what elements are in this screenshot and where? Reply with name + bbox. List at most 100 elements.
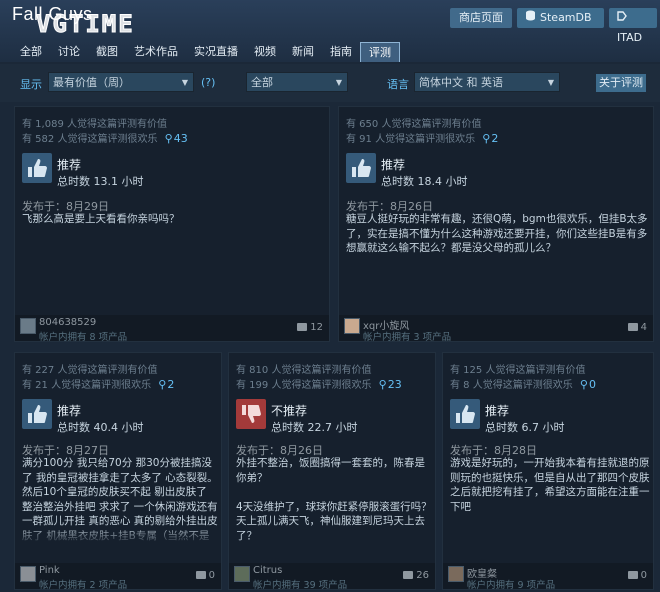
award-icon: ⚲	[164, 132, 173, 145]
helpful-count: 有 1,089 人觉得这篇评测有价值	[22, 119, 167, 130]
tab-artwork[interactable]: 艺术作品	[126, 42, 186, 62]
help-link[interactable]: (?)	[201, 76, 215, 89]
comment-count: 0	[195, 570, 215, 581]
comment-icon	[195, 571, 206, 579]
helpful-count: 有 810 人觉得这篇评测有价值	[236, 365, 372, 376]
award-icon: ⚲	[579, 378, 588, 391]
review-text: 飞那么高是要上天看看你亲吗吗？	[22, 213, 180, 225]
helpful-count: 有 125 人觉得这篇评测有价值	[450, 365, 586, 376]
thumbs-up-icon	[450, 399, 480, 429]
review-footer: 欧皇粲 帐户内拥有 9 项产品 0	[443, 563, 653, 591]
review-card[interactable]: 有 227 人觉得这篇评测有价值 有 21 人觉得这篇评测很欢乐 ⚲2 推荐 总…	[14, 352, 222, 591]
comment-count: 26	[403, 570, 429, 581]
store-page-label: 商店页面	[459, 11, 503, 24]
hours-played: 总时数 6.7 小时	[485, 421, 565, 434]
helpful-count: 有 227 人觉得这篇评测有价值	[22, 365, 158, 376]
helpful-count: 有 650 人觉得这篇评测有价值	[346, 119, 482, 130]
comment-count-text: 26	[416, 570, 429, 581]
language-select-value: 简体中文 和 英语	[419, 76, 503, 89]
funny-line: 有 8 人觉得这篇评测很欢乐 ⚲0	[450, 376, 596, 391]
avatar[interactable]	[20, 566, 36, 582]
hours-played: 总时数 18.4 小时	[381, 175, 468, 188]
tab-all[interactable]: 全部	[12, 42, 50, 62]
verdict-label: 推荐	[485, 404, 510, 418]
avatar[interactable]	[20, 318, 36, 334]
type-select-value: 全部	[251, 76, 273, 89]
itad-label: ITAD	[617, 31, 643, 44]
verdict-label: 推荐	[57, 404, 82, 418]
comment-icon	[627, 571, 638, 579]
username[interactable]: Citrus	[253, 565, 282, 576]
tab-reviews[interactable]: 评测	[360, 42, 400, 62]
tab-videos[interactable]: 视频	[246, 42, 284, 62]
comment-count-text: 4	[640, 322, 647, 333]
thumbs-up-icon	[22, 399, 52, 429]
steamdb-icon	[525, 8, 536, 28]
tag-icon	[617, 8, 627, 28]
chevron-down-icon: ▼	[335, 78, 342, 87]
tab-broadcasts[interactable]: 实况直播	[186, 42, 246, 62]
comment-icon	[403, 571, 414, 579]
products-owned: 帐户内拥有 3 项产品	[363, 332, 452, 343]
tab-screenshots[interactable]: 截图	[88, 42, 126, 62]
funny-line: 有 199 人觉得这篇评测很欢乐 ⚲23	[236, 376, 402, 391]
funny-line: 有 91 人觉得这篇评测很欢乐 ⚲2	[346, 130, 498, 145]
award-icon: ⚲	[378, 378, 387, 391]
award-count: 2	[491, 132, 499, 145]
sort-select[interactable]: 最有价值（周） ▼	[48, 72, 194, 92]
products-owned: 帐户内拥有 8 项产品	[39, 332, 128, 343]
review-text: 外挂不整治，饭圈搞得一套套的，陈春是你弟？ 4天没维护了，球球你赶紧停服滚蛋行吗…	[236, 457, 432, 542]
review-footer: Pink 帐户内拥有 2 项产品 0	[15, 563, 221, 591]
username[interactable]: Pink	[39, 565, 60, 576]
award-icon: ⚲	[158, 378, 167, 391]
tab-discussions[interactable]: 讨论	[50, 42, 88, 62]
username[interactable]: 804638529	[39, 317, 96, 328]
comment-count-text: 12	[310, 322, 323, 333]
verdict-label: 推荐	[381, 158, 406, 172]
comment-count: 12	[297, 322, 323, 333]
review-text: 游戏是好玩的，一开始我本着有挂就退的原则玩的也挺快乐，但是自从出了那四个皮肤之后…	[450, 457, 650, 513]
steamdb-label: SteamDB	[540, 11, 592, 24]
avatar[interactable]	[344, 318, 360, 334]
comment-count: 4	[627, 322, 647, 333]
steamdb-button[interactable]: SteamDB	[517, 8, 604, 28]
comment-count-text: 0	[640, 570, 647, 581]
thumbs-up-icon	[346, 153, 376, 183]
funny-line: 有 582 人觉得这篇评测很欢乐 ⚲43	[22, 130, 188, 145]
language-select[interactable]: 简体中文 和 英语 ▼	[414, 72, 560, 92]
language-label: 语言	[387, 78, 409, 91]
award-icon: ⚲	[482, 132, 491, 145]
sort-select-value: 最有价值（周）	[53, 76, 130, 89]
store-page-button[interactable]: 商店页面	[450, 8, 512, 28]
watermark-logo: VGTIME	[36, 10, 135, 39]
text-fade	[15, 525, 221, 545]
about-reviews-button[interactable]: 关于评测	[596, 74, 646, 92]
funny-count-text: 有 582 人觉得这篇评测很欢乐	[22, 134, 158, 145]
comment-count-text: 0	[208, 570, 215, 581]
review-footer: 804638529 帐户内拥有 8 项产品 12	[15, 315, 329, 343]
itad-button[interactable]: ITAD	[609, 8, 657, 44]
review-card[interactable]: 有 810 人觉得这篇评测有价值 有 199 人觉得这篇评测很欢乐 ⚲23 不推…	[228, 352, 436, 591]
hours-played: 总时数 13.1 小时	[57, 175, 144, 188]
funny-line: 有 21 人觉得这篇评测很欢乐 ⚲2	[22, 376, 174, 391]
review-card[interactable]: 有 125 人觉得这篇评测有价值 有 8 人觉得这篇评测很欢乐 ⚲0 推荐 总时…	[442, 352, 654, 591]
products-owned: 帐户内拥有 9 项产品	[467, 580, 556, 591]
tab-news[interactable]: 新闻	[284, 42, 322, 62]
award-count: 43	[173, 132, 188, 145]
comment-count: 0	[627, 570, 647, 581]
review-card[interactable]: 有 1,089 人觉得这篇评测有价值 有 582 人觉得这篇评测很欢乐 ⚲43 …	[14, 106, 330, 343]
award-count: 23	[387, 378, 402, 391]
avatar[interactable]	[234, 566, 250, 582]
show-label: 显示	[20, 78, 42, 91]
funny-count-text: 有 21 人觉得这篇评测很欢乐	[22, 380, 152, 391]
avatar[interactable]	[448, 566, 464, 582]
tab-guides[interactable]: 指南	[322, 42, 360, 62]
chevron-down-icon: ▼	[181, 78, 188, 87]
type-select[interactable]: 全部 ▼	[246, 72, 348, 92]
verdict-label: 不推荐	[271, 404, 308, 418]
comment-icon	[297, 323, 308, 331]
chevron-down-icon: ▼	[547, 78, 554, 87]
review-card[interactable]: 有 650 人觉得这篇评测有价值 有 91 人觉得这篇评测很欢乐 ⚲2 推荐 总…	[338, 106, 654, 343]
verdict-label: 推荐	[57, 158, 82, 172]
award-count: 0	[588, 378, 596, 391]
